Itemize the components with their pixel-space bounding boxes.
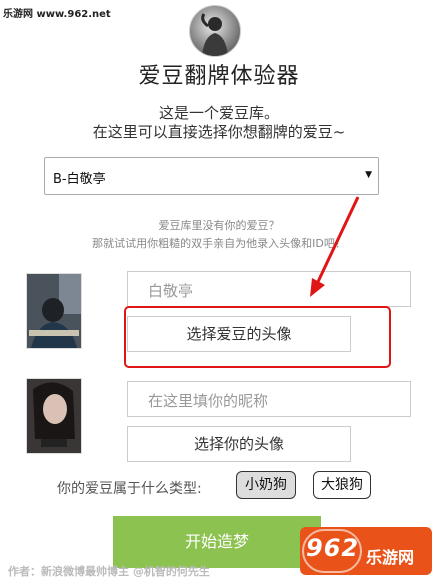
hint-line-2: 那就试试用你粗糙的双手亲自为他录入头像和ID吧！: [92, 237, 346, 250]
choose-idol-avatar-button[interactable]: 选择爱豆的头像: [127, 316, 351, 352]
badge-number: 962: [306, 534, 360, 562]
idol-select-value: B-白敬亭: [53, 172, 106, 187]
site-badge-logo: 962 乐游网: [300, 527, 432, 575]
idol-select[interactable]: B-白敬亭 ▼: [44, 157, 379, 195]
dropdown-arrow-icon: ▼: [365, 170, 372, 180]
intro-line-1: 这是一个爱豆库。: [158, 104, 279, 122]
hint-line-1: 爱豆库里没有你的爱豆？: [158, 219, 280, 232]
author-credit: 作者：新浪微博最帅博主 @机智的何先生: [8, 565, 210, 578]
badge-name: 乐游网: [366, 548, 415, 567]
watermark-top: 乐游网 www.962.net: [3, 9, 111, 20]
user-avatar-image: [26, 378, 82, 454]
type-option-wolf[interactable]: 大狼狗: [313, 471, 371, 499]
intro-line-2: 在这里可以直接选择你想翻牌的爱豆~: [92, 123, 346, 141]
type-option-puppy[interactable]: 小奶狗: [236, 471, 296, 499]
page-title: 爱豆翻牌体验器: [138, 64, 300, 89]
start-button[interactable]: 开始造梦: [113, 516, 321, 568]
idol-avatar-image: [26, 273, 82, 349]
choose-your-avatar-button[interactable]: 选择你的头像: [127, 426, 351, 462]
app-logo-avatar: [189, 5, 241, 57]
idol-name-field[interactable]: 白敬亭: [127, 271, 411, 307]
your-nickname-field[interactable]: 在这里填你的昵称: [127, 381, 411, 417]
type-question-label: 你的爱豆属于什么类型:: [57, 481, 202, 497]
